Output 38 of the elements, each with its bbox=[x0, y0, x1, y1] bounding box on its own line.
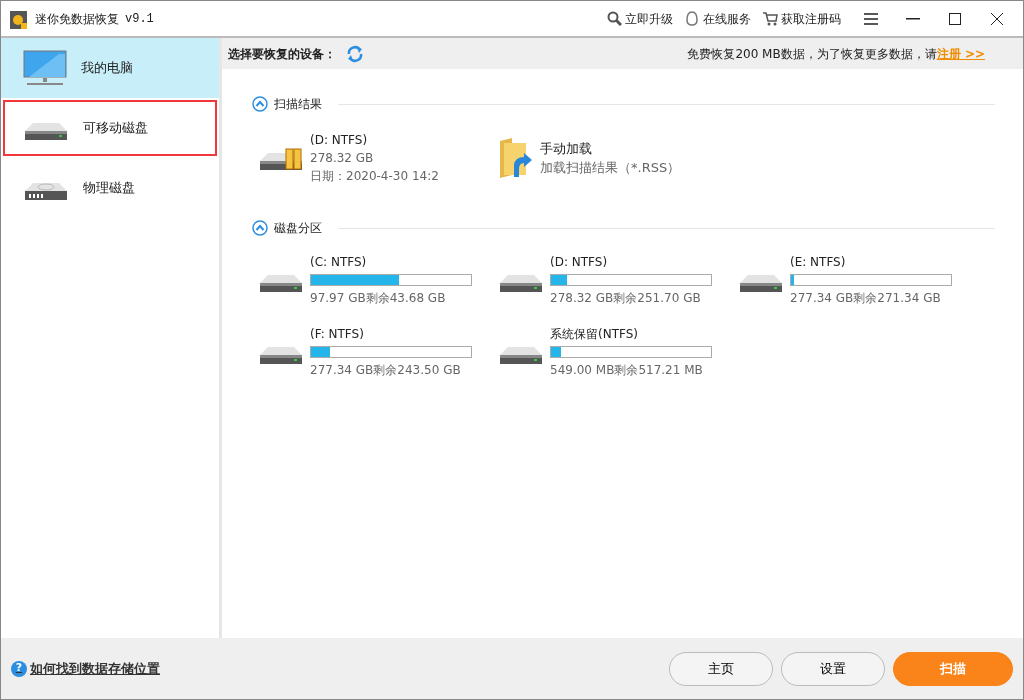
footer-button[interactable]: 设置 bbox=[781, 651, 885, 686]
minimize-icon bbox=[906, 17, 920, 20]
partition-name: (D: NTFS) bbox=[310, 132, 369, 149]
partition-name: (F: NTFS) bbox=[310, 326, 365, 343]
partition-name: (E: NTFS) bbox=[790, 254, 847, 271]
partition-name: (C: NTFS) bbox=[310, 254, 368, 271]
partition-usage: 97.97 GB剩余43.68 GB bbox=[310, 290, 447, 307]
device-prompt: 选择要恢复的设备： bbox=[228, 45, 336, 63]
load-label: 手动加载 bbox=[540, 139, 593, 158]
collapse-toggle[interactable] bbox=[252, 220, 268, 236]
partition-usage: 277.34 GB剩余271.34 GB bbox=[790, 290, 942, 307]
upgrade-button[interactable]: 立即升级 bbox=[607, 9, 673, 28]
partition-name: (D: NTFS) bbox=[550, 254, 609, 271]
partition-usage: 277.34 GB剩余243.50 GB bbox=[310, 362, 462, 379]
section-title: 磁盘分区 bbox=[274, 220, 322, 237]
load-description: 加载扫描结果（*.RSS） bbox=[540, 159, 681, 177]
partition-usage: 278.32 GB剩余251.70 GB bbox=[550, 290, 702, 307]
free-limit-notice: 免费恢复200 MB数据，为了恢复更多数据，请注册 >> bbox=[687, 45, 985, 63]
service-button[interactable]: 在线服务 bbox=[685, 9, 751, 28]
refresh-button[interactable] bbox=[346, 44, 364, 63]
window-title: 迷你免数据恢复 bbox=[35, 10, 119, 28]
monitor-icon bbox=[23, 50, 67, 86]
folder-arrow-icon bbox=[498, 137, 534, 179]
cart-button[interactable]: 获取注册码 bbox=[763, 9, 841, 28]
search-icon bbox=[607, 11, 622, 26]
partition-usage: 549.00 MB剩余517.21 MB bbox=[550, 362, 704, 379]
help-icon: ? bbox=[11, 660, 27, 677]
partition-name: 系统保留(NTFS) bbox=[550, 326, 639, 343]
drive-icon bbox=[258, 145, 304, 171]
partition-size: 278.32 GB bbox=[310, 150, 375, 167]
scan-date: 日期：2020-4-30 14:2 bbox=[310, 168, 439, 185]
sidebar-item[interactable]: 我的电脑 bbox=[1, 38, 219, 98]
cart-icon bbox=[763, 11, 778, 26]
version-label: v9.1 bbox=[125, 10, 154, 28]
collapse-toggle[interactable] bbox=[252, 96, 268, 112]
section-title: 扫描结果 bbox=[274, 96, 322, 113]
sidebar-item[interactable]: 可移动磁盘 bbox=[1, 98, 219, 158]
footer-button[interactable]: 主页 bbox=[669, 651, 773, 686]
